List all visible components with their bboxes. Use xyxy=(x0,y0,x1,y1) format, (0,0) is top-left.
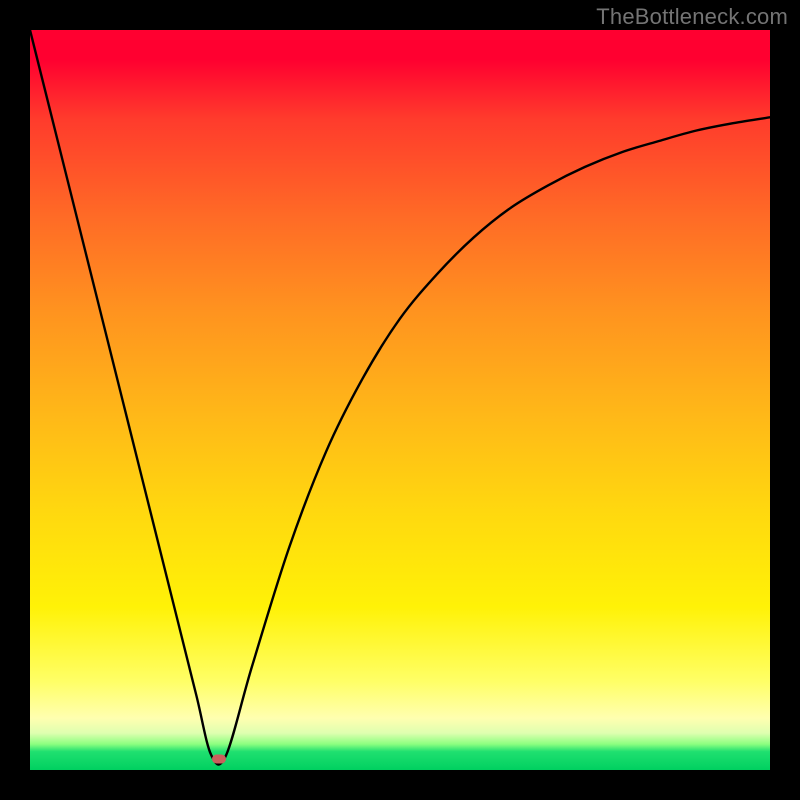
plot-area xyxy=(30,30,770,770)
optimum-marker xyxy=(212,754,226,763)
curve-svg xyxy=(30,30,770,770)
bottleneck-curve xyxy=(30,30,770,765)
chart-frame: TheBottleneck.com xyxy=(0,0,800,800)
watermark-text: TheBottleneck.com xyxy=(596,4,788,30)
